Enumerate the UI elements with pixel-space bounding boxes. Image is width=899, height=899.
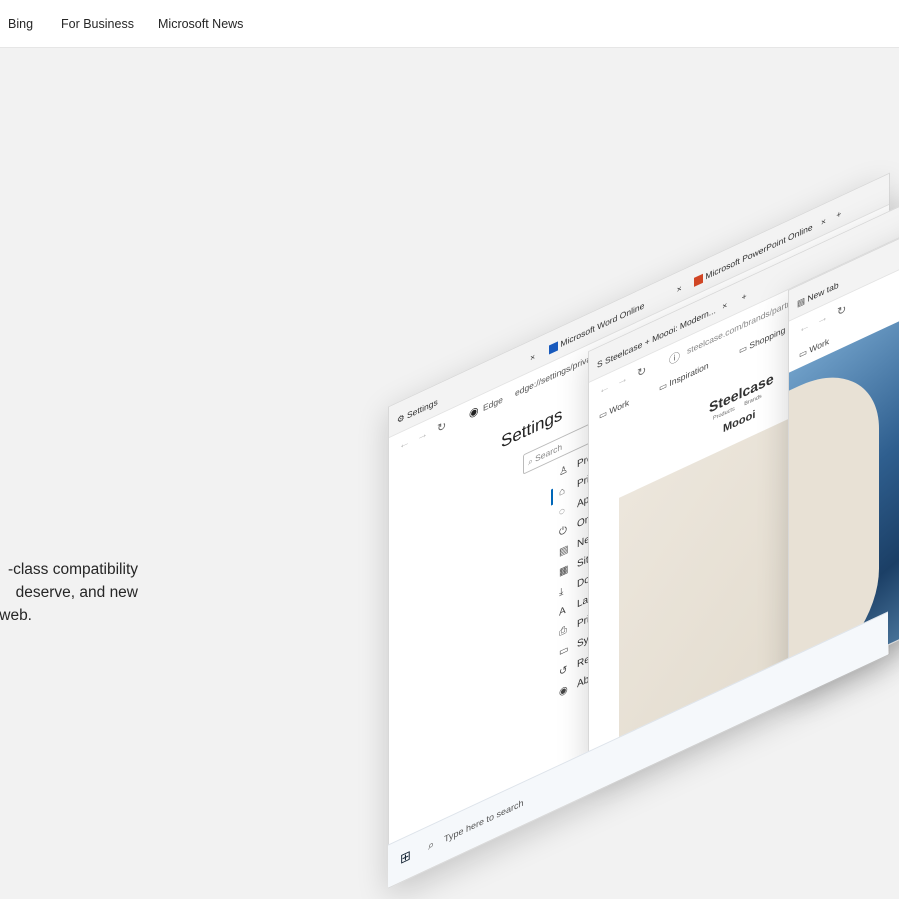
powerpoint-icon [694,273,703,288]
word-icon [549,341,558,355]
hero-line-1: -class compatibility [7,561,138,578]
lock-icon: ⌂ [559,485,566,499]
person-icon: ♙ [559,463,568,479]
printer-icon: ⎙ [559,624,567,639]
newtab-icon: ▤ [559,543,569,559]
new-tab-button[interactable]: + [742,290,747,302]
close-tab-icon[interactable]: × [722,299,727,311]
permissions-icon: ▦ [559,563,569,579]
download-icon: ⤓ [559,585,564,599]
close-tab-icon[interactable]: × [821,215,826,227]
folder-icon: ▭ [739,341,750,356]
edge-icon: ◉ [469,404,479,421]
new-tab-button[interactable]: + [836,208,841,220]
hero-description: -class compatibility deserve, and new we… [0,558,150,628]
forward-arrow-icon[interactable]: → [417,427,428,444]
power-icon: ⏻ [559,524,567,539]
folder-icon: ▭ [799,345,810,360]
languages-icon: A [559,604,566,619]
refresh-icon[interactable]: ↻ [637,363,646,380]
gear-icon: ⚙ [397,411,405,426]
forward-arrow-icon[interactable]: → [617,372,628,389]
system-icon: ▭ [559,643,569,659]
close-tab-icon[interactable]: × [530,351,535,363]
newtab-icon: ▤ [797,295,806,309]
nav-link-microsoft-news[interactable]: Microsoft News [158,17,243,31]
palette-icon: ◌ [559,505,565,519]
folder-icon: ▭ [659,378,670,394]
hero-line-2: deserve, and new [15,584,138,601]
steelcase-logo: Steelcase [709,369,774,416]
back-arrow-icon[interactable]: ← [799,319,810,336]
back-arrow-icon[interactable]: ← [599,380,610,397]
selected-indicator [551,488,553,506]
hero-line-3: web. [0,607,32,624]
steelcase-favicon: S [597,357,603,371]
folder-icon: ▭ [599,406,610,422]
search-icon: ⌕ [528,455,533,468]
search-icon: ⌕ [428,838,435,853]
info-icon: ⓘ [669,350,680,368]
edge-icon: ◉ [559,683,568,699]
reset-icon: ↺ [559,663,568,679]
top-navigation: Bing For Business Microsoft News [0,0,899,48]
refresh-icon[interactable]: ↻ [437,418,446,435]
nav-link-bing[interactable]: Bing [8,17,33,31]
nav-link-for-business[interactable]: For Business [61,17,134,31]
refresh-icon[interactable]: ↻ [837,302,846,319]
forward-arrow-icon[interactable]: → [817,310,828,327]
close-tab-icon[interactable]: × [677,283,682,295]
back-arrow-icon[interactable]: ← [399,435,410,452]
windows-start-icon[interactable]: ⊞ [400,847,411,868]
address-prefix: Edge [483,394,503,414]
